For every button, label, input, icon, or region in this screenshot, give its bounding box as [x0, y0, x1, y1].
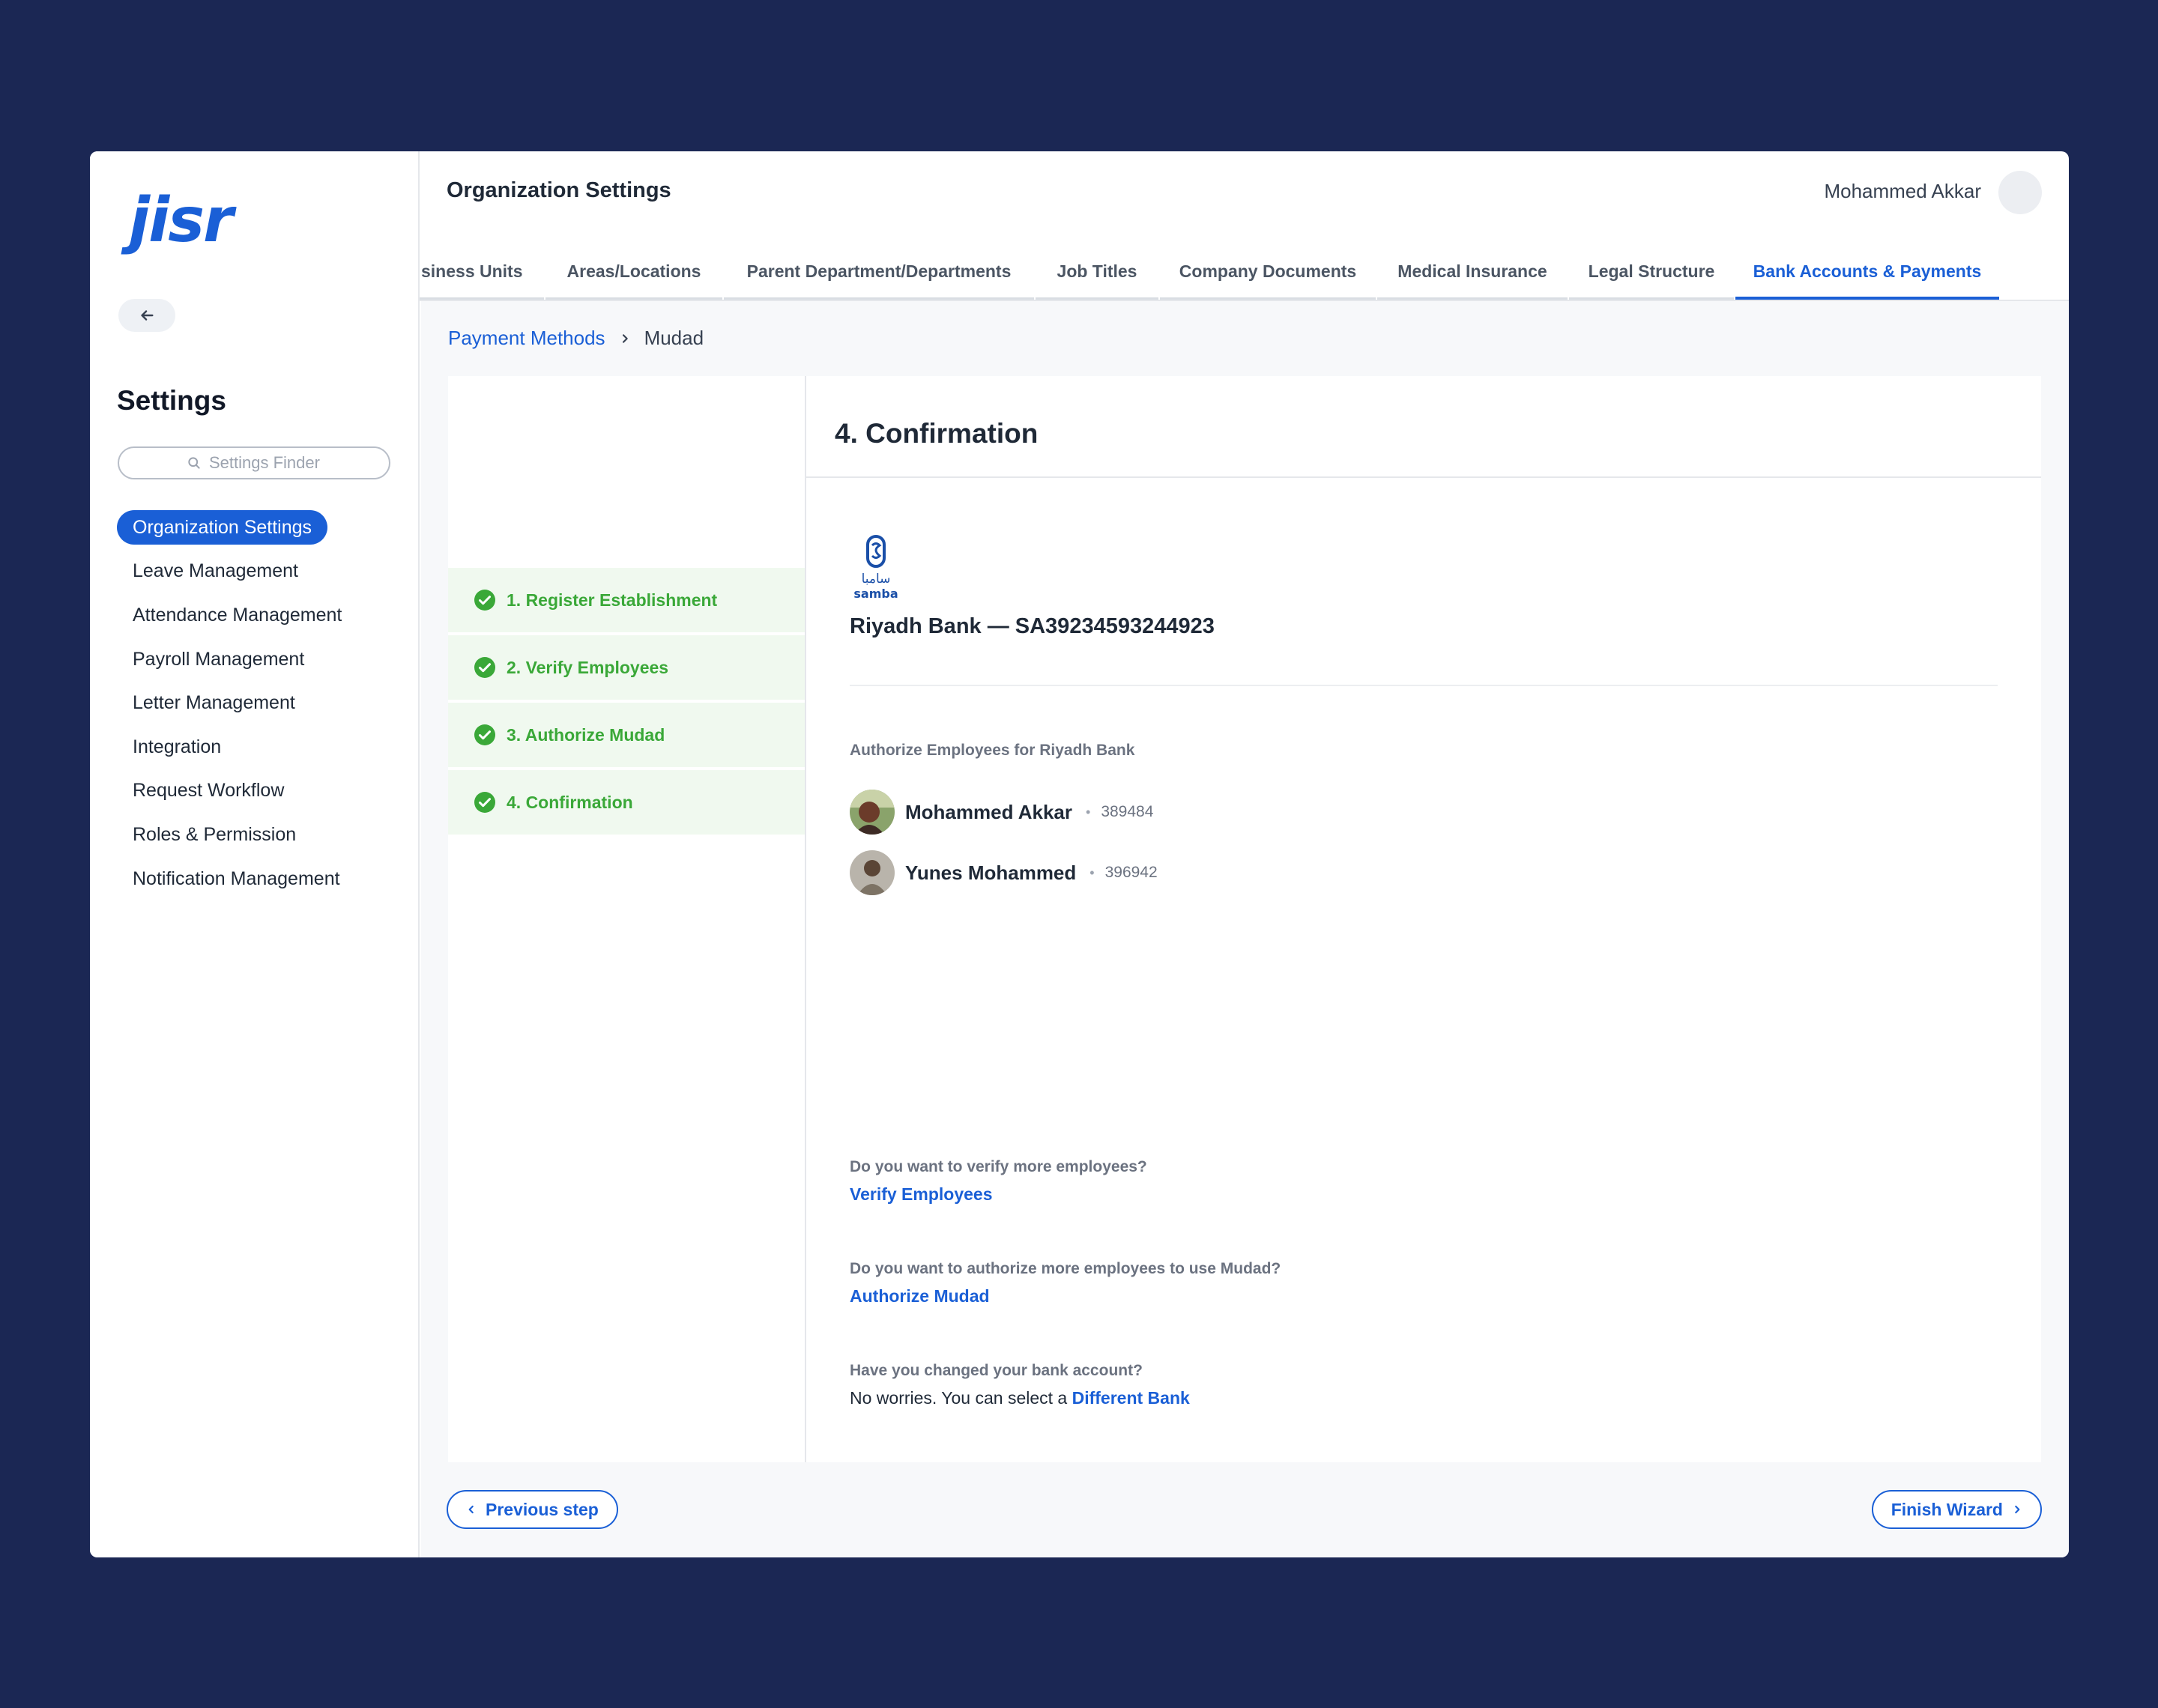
employee-avatar	[850, 790, 895, 835]
sidebar-item-notification-management[interactable]: Notification Management	[117, 857, 402, 901]
page-title: Organization Settings	[447, 178, 671, 202]
step-label: 1. Register Establishment	[507, 590, 718, 610]
tab-legal-structure[interactable]: Legal Structure	[1569, 246, 1734, 300]
sidebar-item-attendance-management[interactable]: Attendance Management	[117, 593, 402, 638]
sidebar-item-letter-management[interactable]: Letter Management	[117, 681, 402, 725]
sidebar-item-label: Integration	[133, 736, 222, 757]
wizard-steps: 1. Register Establishment 2. Verify Empl…	[448, 376, 806, 1462]
chevron-left-icon	[468, 1505, 474, 1514]
settings-tabs: siness Units Areas/Locations Parent Depa…	[420, 246, 2069, 301]
employee-id: 389484	[1101, 803, 1154, 820]
previous-step-label: Previous step	[486, 1499, 599, 1519]
employee-id: 396942	[1104, 864, 1158, 881]
breadcrumb-payment-methods[interactable]: Payment Methods	[448, 327, 605, 350]
settings-finder[interactable]	[118, 446, 390, 479]
sidebar-item-roles-permission[interactable]: Roles & Permission	[117, 813, 402, 857]
user-avatar[interactable]	[1998, 171, 2042, 214]
breadcrumb: Payment Methods Mudad	[448, 327, 704, 350]
previous-step-button[interactable]: Previous step	[447, 1490, 618, 1529]
tab-company-documents[interactable]: Company Documents	[1160, 246, 1376, 300]
settings-nav: Organization Settings Leave Management A…	[117, 506, 402, 900]
arrow-left-icon	[141, 310, 154, 321]
divider	[850, 685, 1998, 686]
samba-bank-logo: سامبا samba	[853, 535, 898, 601]
employee-name: Yunes Mohammed	[905, 861, 1077, 884]
sidebar-item-label: Roles & Permission	[133, 823, 297, 845]
sidebar-item-integration[interactable]: Integration	[117, 725, 402, 769]
sidebar-item-label: Request Workflow	[133, 780, 285, 802]
sidebar: jisr Settings Organization Settings Leav…	[90, 151, 420, 1557]
step-authorize-mudad[interactable]: 3. Authorize Mudad	[448, 703, 805, 769]
sidebar-item-label: Letter Management	[133, 692, 295, 714]
authorize-mudad-link[interactable]: Authorize Mudad	[850, 1286, 990, 1306]
settings-finder-input[interactable]	[209, 453, 321, 473]
check-circle-icon	[474, 657, 495, 678]
finish-wizard-label: Finish Wizard	[1890, 1499, 2003, 1519]
check-circle-icon	[474, 724, 495, 745]
panel-title: 4. Confirmation	[835, 418, 1039, 449]
different-bank-link[interactable]: Different Bank	[1072, 1388, 1190, 1408]
employee-avatar	[850, 850, 895, 895]
tab-departments[interactable]: Parent Department/Departments	[724, 246, 1034, 300]
settings-title: Settings	[117, 385, 226, 416]
separator-dot: •	[1086, 804, 1091, 820]
sidebar-item-label: Organization Settings	[117, 510, 328, 545]
tab-medical-insurance[interactable]: Medical Insurance	[1377, 246, 1568, 300]
tab-job-titles[interactable]: Job Titles	[1036, 246, 1158, 300]
step-verify-employees[interactable]: 2. Verify Employees	[448, 635, 805, 701]
step-label: 4. Confirmation	[507, 792, 633, 812]
separator-dot: •	[1089, 864, 1095, 880]
tab-areas-locations[interactable]: Areas/Locations	[545, 246, 722, 300]
finish-wizard-button[interactable]: Finish Wizard	[1871, 1490, 2042, 1529]
bank-account-line: Riyadh Bank — SA39234593244923	[850, 614, 1215, 638]
check-circle-icon	[474, 590, 495, 611]
employee-name: Mohammed Akkar	[905, 800, 1072, 823]
bank-answer: No worries. You can select a Different B…	[850, 1388, 1190, 1408]
back-button[interactable]	[118, 299, 175, 332]
wizard-card: 1. Register Establishment 2. Verify Empl…	[448, 376, 2041, 1462]
tab-business-units[interactable]: siness Units	[420, 246, 544, 300]
step-label: 3. Authorize Mudad	[507, 724, 665, 745]
search-icon	[188, 457, 200, 469]
sidebar-item-label: Leave Management	[133, 560, 298, 582]
breadcrumb-current: Mudad	[644, 327, 704, 349]
user-name[interactable]: Mohammed Akkar	[1824, 180, 1981, 203]
step-register-establishment[interactable]: 1. Register Establishment	[448, 568, 805, 634]
authorize-question: Do you want to authorize more employees …	[850, 1260, 1281, 1277]
sidebar-item-payroll-management[interactable]: Payroll Management	[117, 638, 402, 682]
jisr-logo[interactable]: jisr	[129, 190, 233, 252]
chevron-right-icon	[622, 333, 628, 343]
verify-employees-link[interactable]: Verify Employees	[850, 1184, 993, 1205]
sidebar-item-label: Payroll Management	[133, 648, 305, 670]
chevron-right-icon	[2015, 1505, 2020, 1514]
employee-row: Mohammed Akkar • 389484	[850, 790, 1153, 835]
tab-bank-accounts-payments[interactable]: Bank Accounts & Payments	[1735, 246, 1999, 300]
bank-question: Have you changed your bank account?	[850, 1362, 1143, 1379]
authorize-title: Authorize Employees for Riyadh Bank	[850, 742, 1135, 759]
employee-row: Yunes Mohammed • 396942	[850, 850, 1158, 895]
sidebar-item-label: Attendance Management	[133, 604, 342, 626]
sidebar-item-label: Notification Management	[133, 867, 340, 889]
app-window: jisr Settings Organization Settings Leav…	[90, 151, 2069, 1557]
step-label: 2. Verify Employees	[507, 657, 669, 677]
bank-logo-arabic: سامبا	[862, 572, 891, 587]
check-circle-icon	[474, 792, 495, 813]
sidebar-item-leave-management[interactable]: Leave Management	[117, 550, 402, 594]
main-content: Payment Methods Mudad 1. Register Establ…	[421, 301, 2069, 1557]
bank-logo-text: samba	[853, 587, 898, 601]
confirmation-panel: 4. Confirmation سامبا samba Riyadh Bank …	[806, 376, 2041, 1462]
sidebar-item-request-workflow[interactable]: Request Workflow	[117, 769, 402, 814]
panel-header: 4. Confirmation	[806, 376, 2041, 478]
verify-question: Do you want to verify more employees?	[850, 1158, 1147, 1175]
bank-answer-text: No worries. You can select a	[850, 1388, 1068, 1408]
sidebar-item-organization-settings[interactable]: Organization Settings	[117, 506, 402, 550]
step-confirmation[interactable]: 4. Confirmation	[448, 770, 805, 836]
